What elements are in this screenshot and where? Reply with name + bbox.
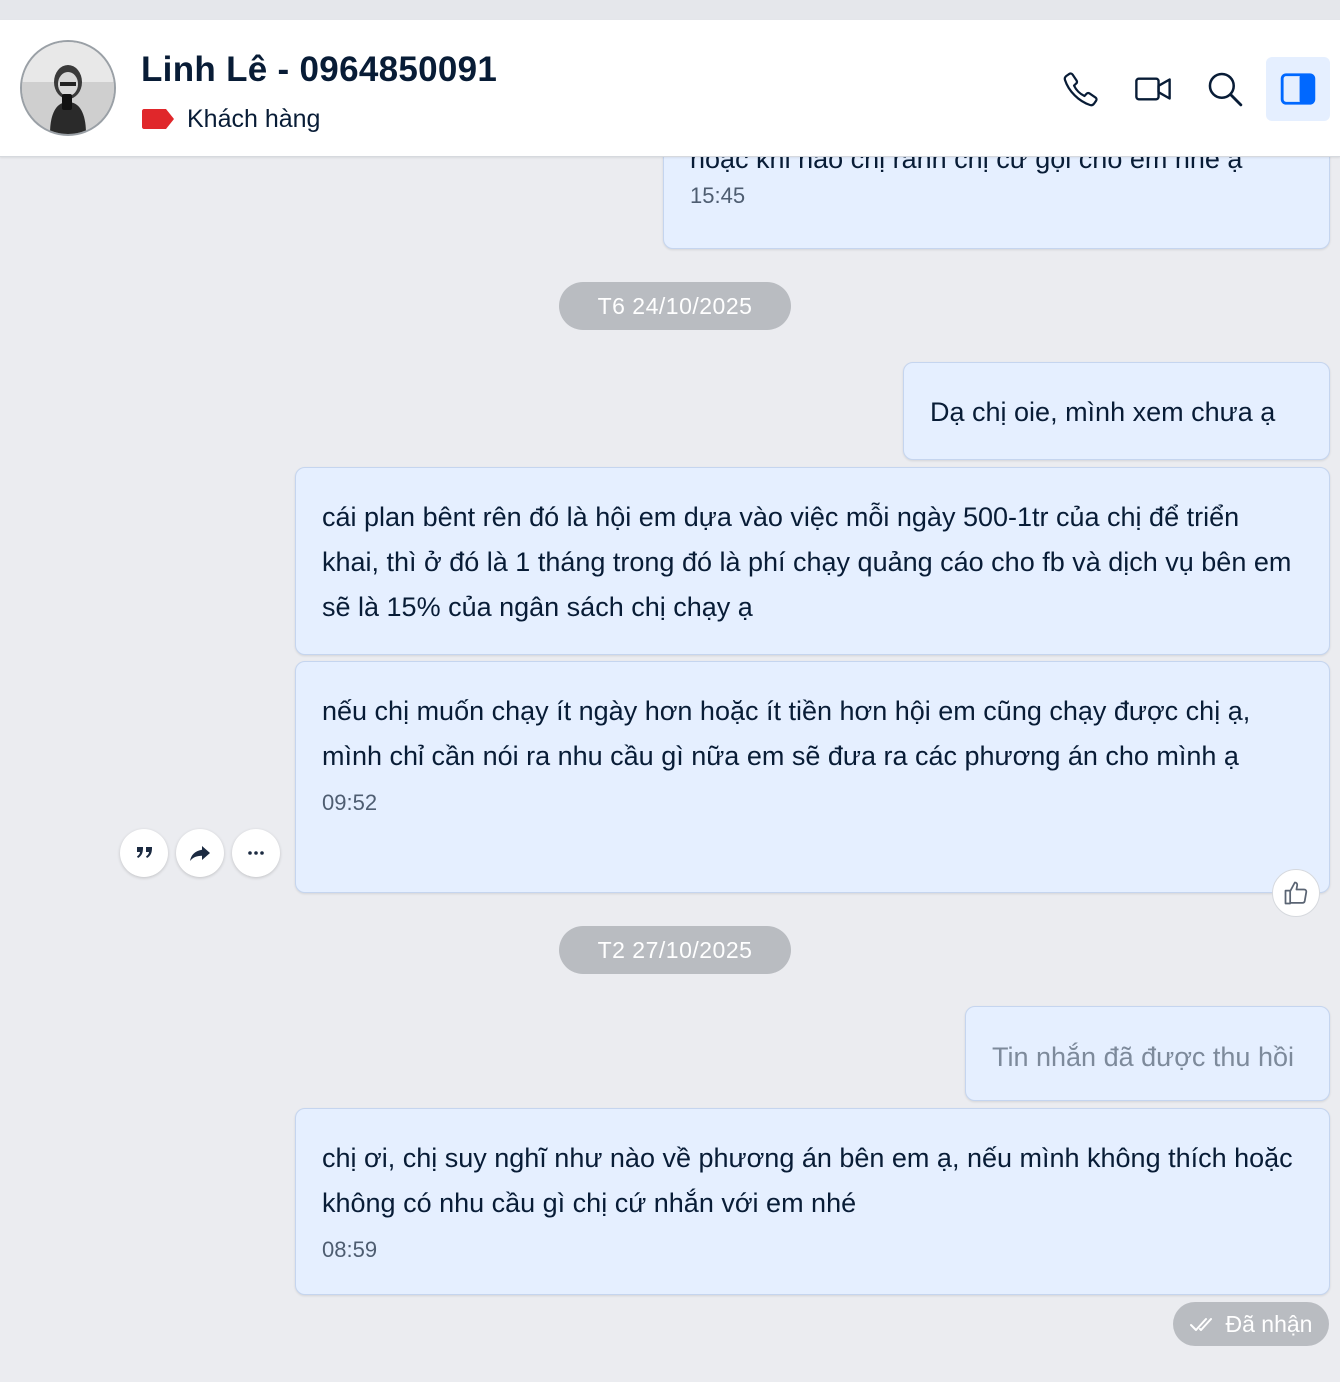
recalled-message-bubble[interactable]: Tin nhắn đã được thu hồi xyxy=(965,1006,1330,1101)
like-reaction-button[interactable] xyxy=(1272,869,1320,917)
message-bubble[interactable]: cái plan bênt rên đó là hội em dựa vào v… xyxy=(295,467,1330,655)
video-call-button[interactable] xyxy=(1121,57,1185,121)
conversation-info-toggle[interactable] xyxy=(1266,57,1330,121)
voice-call-button[interactable] xyxy=(1049,57,1113,121)
forward-icon xyxy=(190,846,210,861)
contact-tag[interactable]: Khách hàng xyxy=(141,104,320,134)
message-text: nếu chị muốn chạy ít ngày hơn hoặc ít ti… xyxy=(322,696,1251,771)
date-separator: T2 27/10/2025 xyxy=(559,926,791,974)
video-icon xyxy=(1135,77,1171,101)
message-time: 09:52 xyxy=(322,790,378,815)
quote-icon xyxy=(137,847,152,858)
search-icon xyxy=(1208,72,1243,107)
message-text: Dạ chị oie, mình xem chưa ạ xyxy=(930,397,1276,427)
window-top-strip xyxy=(0,0,1340,20)
more-button[interactable] xyxy=(232,829,280,877)
double-check-icon xyxy=(1189,1318,1212,1331)
message-text: Tin nhắn đã được thu hồi xyxy=(992,1042,1294,1072)
message-bubble[interactable]: nếu chị muốn chạy ít ngày hơn hoặc ít ti… xyxy=(295,661,1330,893)
date-separator: T6 24/10/2025 xyxy=(559,282,791,330)
message-text: cái plan bênt rên đó là hội em dựa vào v… xyxy=(322,502,1292,622)
message-text: chị ơi, chị suy nghĩ như nào về phương á… xyxy=(322,1143,1293,1218)
chat-header: Linh Lê - 0964850091 Khách hàng xyxy=(0,20,1340,157)
search-button[interactable] xyxy=(1193,57,1257,121)
forward-button[interactable] xyxy=(176,829,224,877)
message-time: 08:59 xyxy=(322,1237,378,1262)
message-bubble[interactable]: Dạ chị oie, mình xem chưa ạ xyxy=(903,362,1330,460)
contact-tag-label: Khách hàng xyxy=(187,104,321,133)
sidebar-toggle-icon xyxy=(1280,73,1316,105)
label-tag-icon xyxy=(142,109,174,129)
more-icon xyxy=(248,851,264,855)
message-bubble[interactable]: chị ơi, chị suy nghĩ như nào về phương á… xyxy=(295,1108,1330,1295)
delivery-status-label: Đã nhận xyxy=(1225,1310,1313,1337)
contact-name[interactable]: Linh Lê - 0964850091 xyxy=(141,50,497,90)
avatar-photo-icon xyxy=(22,42,114,134)
avatar[interactable] xyxy=(20,40,116,136)
delivery-status-badge: Đã nhận xyxy=(1173,1302,1329,1346)
phone-icon xyxy=(1063,72,1098,107)
message-time: 15:45 xyxy=(690,183,746,208)
thumbs-up-icon xyxy=(1284,881,1308,905)
quote-button[interactable] xyxy=(120,829,168,877)
